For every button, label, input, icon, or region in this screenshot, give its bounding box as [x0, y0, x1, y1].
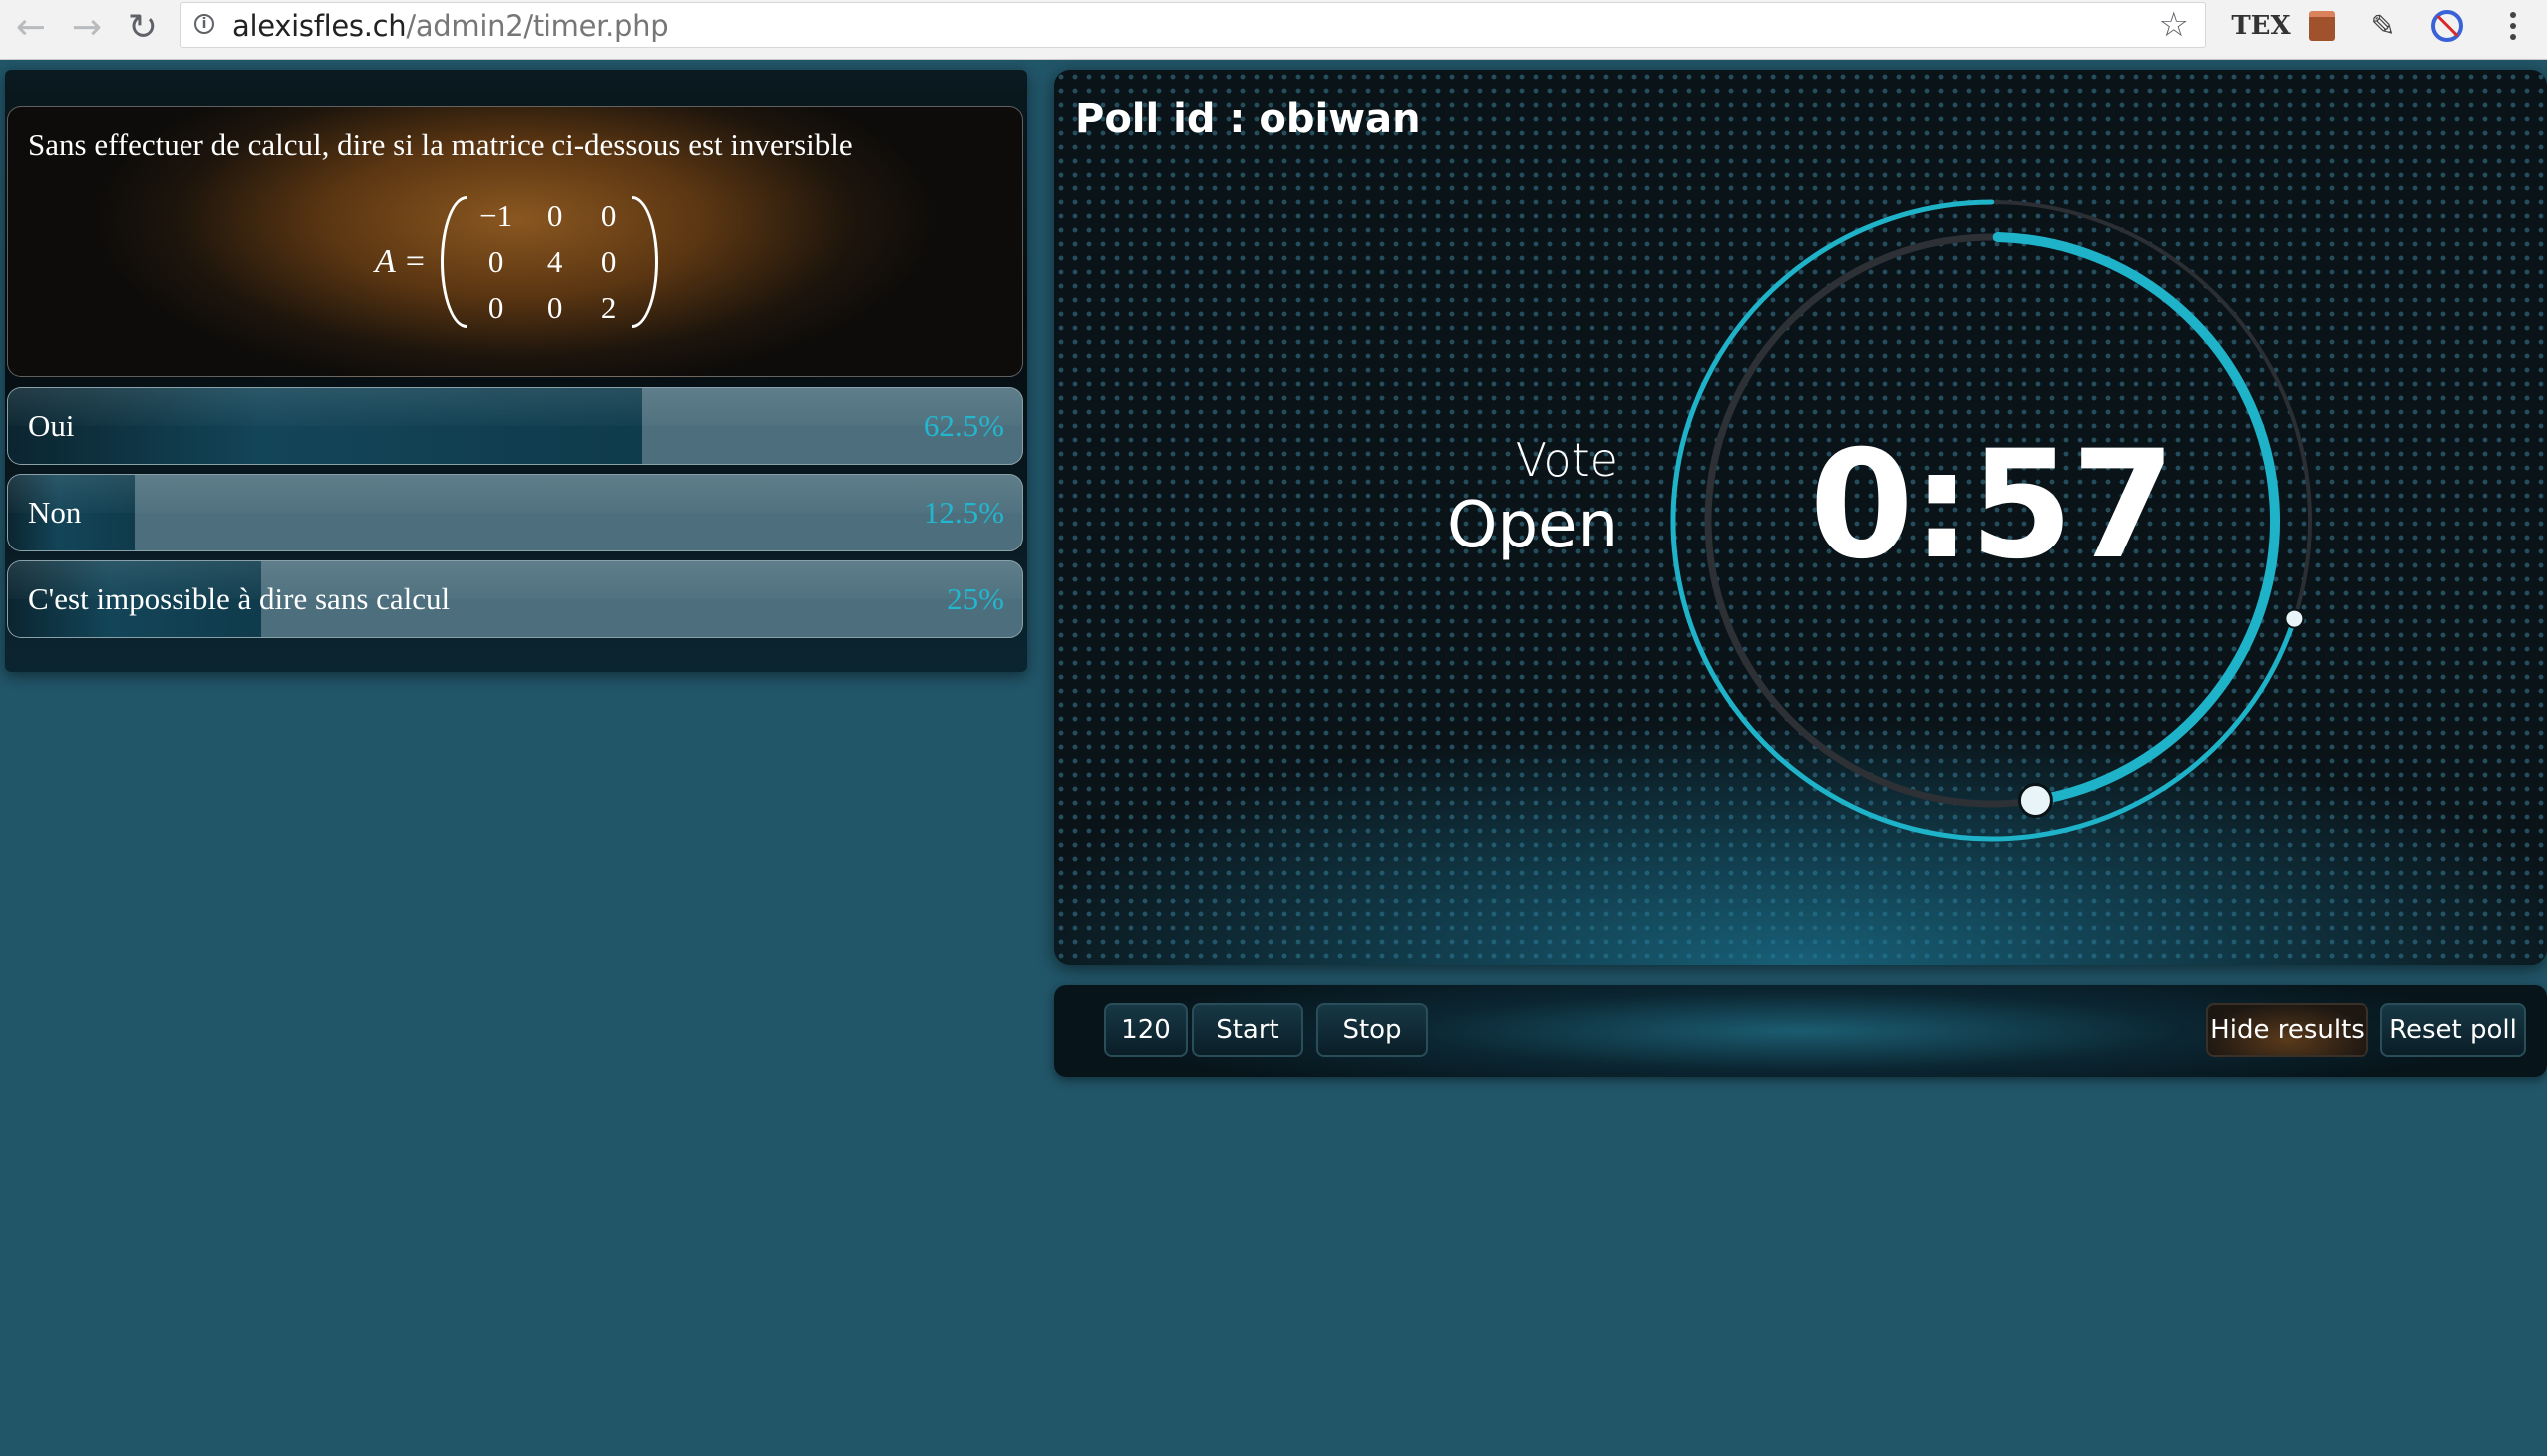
- stop-button[interactable]: Stop: [1316, 1003, 1428, 1057]
- reset-poll-button[interactable]: Reset poll: [2380, 1003, 2526, 1057]
- right-paren: [631, 196, 658, 328]
- matrix-cell: 0: [487, 290, 504, 325]
- answer-percent: 25%: [947, 581, 1004, 616]
- answer-label: C'est impossible à dire sans calcul: [28, 581, 451, 616]
- left-paren: [440, 196, 467, 328]
- matrix-cell: −1: [479, 198, 513, 233]
- info-icon[interactable]: i: [194, 14, 214, 34]
- countdown-time: 0:57: [1809, 419, 2175, 592]
- answer-percent: 12.5%: [923, 495, 1004, 530]
- control-bar: 120 Start Stop Hide results Reset poll: [1054, 985, 2547, 1077]
- url-text[interactable]: alexisfles.ch/admin2/timer.php: [232, 9, 669, 43]
- question-card: Sans effectuer de calcul, dire si la mat…: [7, 106, 1023, 377]
- vote-label: Vote: [1515, 433, 1618, 487]
- matrix-cell: 0: [600, 198, 617, 233]
- vote-status: Open: [1447, 489, 1618, 562]
- matrix-cell: 4: [546, 244, 563, 279]
- answer-label: Non: [28, 495, 82, 530]
- matrix-cell: 0: [546, 290, 563, 325]
- inner-progress-knob: [2017, 783, 2053, 819]
- pen-extension-icon[interactable]: ✎: [2364, 6, 2403, 46]
- answer-row-impossible: C'est impossible à dire sans calcul 25%: [7, 560, 1023, 638]
- matrix-cell: 0: [487, 244, 504, 279]
- start-button[interactable]: Start: [1192, 1003, 1303, 1057]
- matrix-cell: 0: [546, 198, 563, 233]
- matrix-equation: A = −1 0 0 0 4 0 0 0 2: [375, 194, 658, 330]
- hide-results-button[interactable]: Hide results: [2206, 1003, 2368, 1057]
- question-text: Sans effectuer de calcul, dire si la mat…: [28, 127, 853, 162]
- tex-extension-icon[interactable]: TEX: [2231, 6, 2290, 46]
- duration-input[interactable]: 120: [1104, 1003, 1188, 1057]
- forward-icon[interactable]: →: [64, 4, 110, 50]
- outer-progress-knob: [2284, 608, 2305, 629]
- answer-label: Oui: [28, 408, 75, 443]
- browser-toolbar: ← → ↻ i alexisfles.ch/admin2/timer.php ☆…: [0, 0, 2547, 60]
- matrix-cell: 2: [600, 290, 617, 325]
- matrix-grid: −1 0 0 0 4 0 0 0 2: [467, 193, 632, 331]
- poll-id: Poll id : obiwan: [1075, 96, 1421, 142]
- block-extension-icon[interactable]: [2427, 6, 2467, 46]
- star-icon[interactable]: ☆: [2159, 5, 2189, 45]
- reload-icon[interactable]: ↻: [120, 4, 166, 50]
- menu-icon[interactable]: [2501, 6, 2525, 46]
- address-bar[interactable]: i alexisfles.ch/admin2/timer.php ☆: [180, 2, 2206, 48]
- matrix-lhs: A =: [375, 243, 427, 280]
- answer-row-oui: Oui 62.5%: [7, 387, 1023, 465]
- poll-panel: Sans effectuer de calcul, dire si la mat…: [5, 70, 1027, 672]
- film-extension-icon[interactable]: [2302, 6, 2342, 46]
- matrix-cell: 0: [600, 244, 617, 279]
- back-icon[interactable]: ←: [8, 4, 54, 50]
- answer-percent: 62.5%: [923, 408, 1004, 443]
- answer-row-non: Non 12.5%: [7, 474, 1023, 551]
